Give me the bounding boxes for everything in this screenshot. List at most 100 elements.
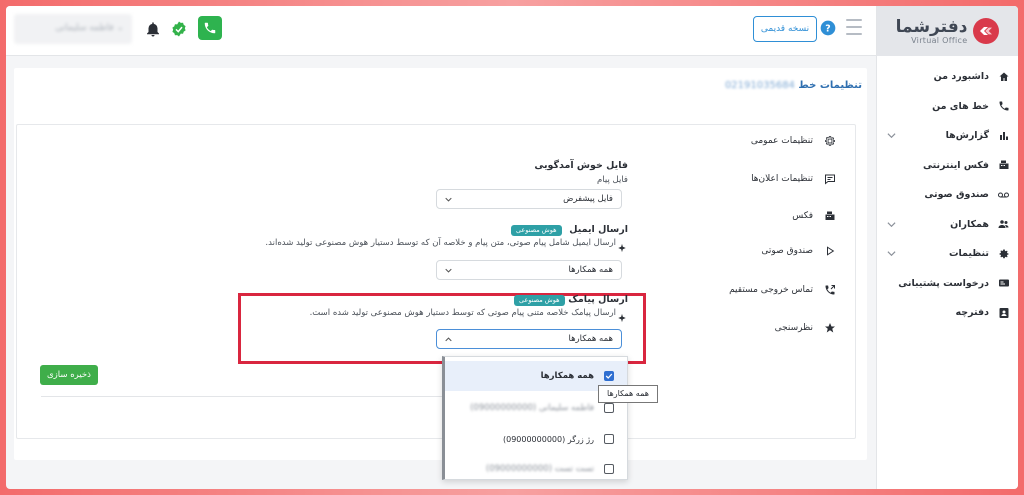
select-value: همه همکارها — [568, 334, 613, 344]
save-button[interactable]: ذخیره سازی — [40, 365, 98, 385]
gear-icon — [997, 247, 1010, 260]
page-title: تنظیمات خط 02191035684 — [724, 80, 862, 91]
settings-menu-label: تماس خروجی مستقیم — [729, 285, 813, 295]
star-icon — [823, 322, 836, 335]
chart-icon — [997, 129, 1010, 142]
settings-menu-label: فکس — [792, 211, 813, 221]
checkbox[interactable] — [604, 434, 614, 444]
app-window: فاطمه سلیمانی ⌄ نسخه قدیمی ? دفترشما Vir… — [6, 6, 1018, 489]
fax-icon — [997, 159, 1010, 172]
recipients-dropdown: همه همکارها فاطمه سلیمانی (09000000000) … — [442, 356, 628, 480]
user-menu[interactable]: فاطمه سلیمانی ⌄ — [14, 14, 132, 44]
settings-menu-label: تنظیمات اعلان‌ها — [751, 174, 813, 184]
svg-text:?: ? — [825, 23, 830, 34]
sparkle-icon — [617, 238, 627, 253]
settings-menu-direct-outbound[interactable]: تماس خروجی مستقیم — [696, 280, 836, 300]
verified-icon — [170, 20, 188, 38]
sidebar-item-settings[interactable]: تنظیمات — [877, 239, 1018, 269]
sidebar-item-colleagues[interactable]: همکاران — [877, 210, 1018, 240]
chat-icon — [823, 173, 836, 186]
sidebar-item-dashboard[interactable]: داشبورد من — [877, 62, 1018, 92]
phone-icon — [997, 100, 1010, 113]
chevron-down-icon — [887, 220, 896, 229]
sidebar: دفترشما Virtual Office داشبورد من خط های… — [876, 6, 1018, 489]
dropdown-option-colleague[interactable]: رژ زرگر (09000000000) — [445, 424, 627, 454]
ai-badge: هوش مصنوعی — [514, 295, 565, 306]
sidebar-item-reports[interactable]: گزارش‌ها — [877, 121, 1018, 151]
sidebar-item-label: گزارش‌ها — [945, 130, 989, 142]
sidebar-item-label: تنظیمات — [948, 248, 989, 260]
call-button[interactable] — [198, 16, 222, 40]
sidebar-item-fax[interactable]: فکس اینترنتی — [877, 151, 1018, 181]
settings-menu-label: نظرسنجی — [774, 323, 813, 333]
select-value: همه همکارها — [568, 265, 613, 275]
user-name: فاطمه سلیمانی — [55, 23, 114, 33]
checkbox[interactable] — [604, 371, 614, 381]
gear-icon — [823, 135, 836, 148]
select-value: فایل پیشفرض — [563, 194, 613, 204]
option-label: همه همکارها — [540, 371, 594, 381]
logo-subtitle: Virtual Office — [911, 35, 968, 45]
logo-mark-icon — [973, 18, 1000, 44]
welcome-file-title: فایل خوش آمدگویی — [534, 160, 628, 171]
fax-icon — [823, 210, 836, 223]
line-number: 02191035684 — [724, 80, 795, 91]
sidebar-item-voicemail[interactable]: صندوق صوتی — [877, 180, 1018, 210]
sidebar-item-label: داشبورد من — [933, 71, 989, 83]
sparkle-icon — [617, 308, 627, 323]
checkbox[interactable] — [604, 403, 614, 413]
chevron-down-icon — [445, 196, 452, 203]
settings-menu-notifications[interactable]: تنظیمات اعلان‌ها — [696, 169, 836, 189]
option-label: فاطمه سلیمانی (09000000000) — [470, 403, 594, 413]
settings-menu-survey[interactable]: نظرسنجی — [696, 318, 836, 338]
welcome-file-select[interactable]: فایل پیشفرض — [436, 189, 622, 209]
play-icon — [823, 245, 836, 258]
old-version-button[interactable]: نسخه قدیمی — [753, 16, 817, 42]
settings-menu-label: تنظیمات عمومی — [750, 136, 813, 146]
chevron-up-icon — [445, 336, 452, 343]
help-icon[interactable]: ? — [820, 20, 836, 36]
chevron-down-icon — [445, 267, 452, 274]
sidebar-item-my-lines[interactable]: خط های من — [877, 92, 1018, 122]
settings-menu-fax[interactable]: فکس — [696, 206, 836, 226]
people-icon — [997, 218, 1010, 231]
sidebar-item-label: فکس اینترنتی — [922, 159, 989, 171]
chevron-down-icon — [887, 249, 896, 258]
settings-menu-voicemail[interactable]: صندوق صوتی — [696, 241, 836, 261]
contacts-icon — [997, 306, 1010, 319]
support-icon — [997, 277, 1010, 290]
logo[interactable]: دفترشما Virtual Office — [877, 6, 1018, 56]
sidebar-item-label: دفترچه — [955, 307, 990, 319]
home-icon — [997, 70, 1010, 83]
sms-recipients-select[interactable]: همه همکارها — [436, 329, 622, 349]
sidebar-item-label: درخواست پشتیبانی — [898, 277, 989, 289]
menu-toggle-icon[interactable] — [846, 19, 862, 37]
voicemail-icon — [997, 188, 1010, 201]
welcome-file-subtitle: فایل پیام — [597, 175, 628, 185]
checkbox[interactable] — [604, 464, 614, 474]
option-label: تست تست (09000000000) — [485, 464, 594, 474]
sms-description: ارسال پیامک خلاصه متنی پیام صوتی که توسط… — [309, 308, 616, 318]
email-recipients-select[interactable]: همه همکارها — [436, 260, 622, 280]
phone-icon — [204, 22, 216, 34]
settings-menu-label: صندوق صوتی — [761, 246, 813, 256]
sidebar-nav: داشبورد من خط های من گزارش‌ها فکس اینترن… — [877, 56, 1018, 328]
logo-title: دفترشما — [895, 16, 968, 37]
sidebar-item-contacts[interactable]: دفترچه — [877, 298, 1018, 328]
sidebar-item-support[interactable]: درخواست پشتیبانی — [877, 269, 1018, 299]
sidebar-item-label: خط های من — [932, 100, 989, 112]
sms-title: ارسال پیامک — [568, 294, 628, 305]
tooltip: همه همکارها — [598, 385, 658, 403]
email-description: ارسال ایمیل شامل پیام صوتی، متن پیام و خ… — [265, 238, 616, 248]
phone-forward-icon — [823, 284, 836, 297]
top-bar: فاطمه سلیمانی ⌄ نسخه قدیمی ? — [6, 6, 876, 56]
sidebar-item-label: همکاران — [950, 218, 989, 230]
ai-badge: هوش مصنوعی — [511, 225, 562, 236]
option-label: رژ زرگر (09000000000) — [502, 434, 594, 444]
dropdown-option-colleague[interactable]: تست تست (09000000000) — [445, 454, 627, 479]
email-title: ارسال ایمیل — [569, 224, 628, 235]
sidebar-item-label: صندوق صوتی — [924, 189, 989, 201]
settings-menu-general[interactable]: تنظیمات عمومی — [696, 131, 836, 151]
bell-icon[interactable] — [144, 20, 162, 38]
chevron-down-icon — [887, 131, 896, 140]
